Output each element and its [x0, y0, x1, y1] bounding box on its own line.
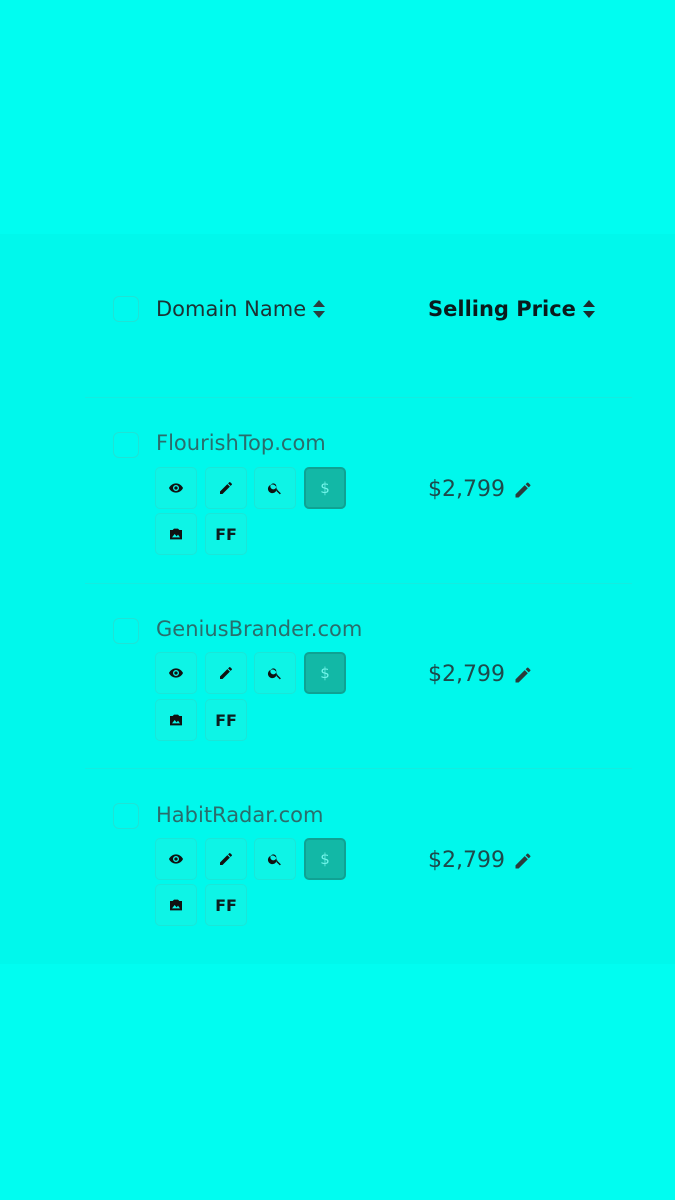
- eye-icon: [169, 854, 183, 864]
- dollar-button[interactable]: $: [304, 652, 346, 694]
- image-icon: [170, 899, 182, 911]
- price-value: $2,799: [428, 477, 505, 502]
- dollar-button[interactable]: $: [304, 467, 346, 509]
- ff-button[interactable]: FF: [205, 513, 247, 555]
- edit-button[interactable]: [205, 467, 247, 509]
- row-checkbox[interactable]: [113, 432, 139, 458]
- header-divider: [85, 397, 632, 398]
- column-header-domain-label: Domain Name: [156, 297, 307, 321]
- sort-icon[interactable]: [582, 299, 596, 319]
- image-button[interactable]: [155, 884, 197, 926]
- column-header-price-label: Selling Price: [428, 297, 576, 321]
- domain-name[interactable]: HabitRadar.com: [156, 801, 324, 829]
- search-icon: [267, 483, 281, 495]
- edit-button[interactable]: [205, 838, 247, 880]
- search-button[interactable]: [254, 467, 296, 509]
- view-button[interactable]: [155, 652, 197, 694]
- pencil-icon: [220, 852, 232, 865]
- selling-price: $2,799: [428, 847, 533, 875]
- search-button[interactable]: [254, 652, 296, 694]
- row-divider: [85, 768, 632, 769]
- dollar-icon: $: [320, 479, 330, 497]
- pencil-icon[interactable]: [513, 480, 533, 500]
- search-icon: [267, 668, 281, 680]
- eye-icon: [169, 483, 183, 493]
- ff-label: FF: [215, 895, 237, 915]
- price-value: $2,799: [428, 662, 505, 687]
- select-all-checkbox[interactable]: [113, 296, 139, 322]
- row-divider: [85, 583, 632, 584]
- search-icon: [267, 854, 281, 866]
- ff-button[interactable]: FF: [205, 884, 247, 926]
- dollar-button[interactable]: $: [304, 838, 346, 880]
- ff-label: FF: [215, 524, 237, 544]
- image-icon: [170, 714, 182, 726]
- view-button[interactable]: [155, 467, 197, 509]
- image-icon: [170, 528, 182, 540]
- eye-icon: [169, 668, 183, 678]
- dollar-icon: $: [320, 850, 330, 868]
- row-checkbox[interactable]: [113, 803, 139, 829]
- ff-label: FF: [215, 710, 237, 730]
- search-button[interactable]: [254, 838, 296, 880]
- domain-name[interactable]: FlourishTop.com: [156, 429, 326, 457]
- column-header-selling-price[interactable]: Selling Price: [428, 295, 596, 323]
- selling-price: $2,799: [428, 476, 533, 504]
- domain-name[interactable]: GeniusBrander.com: [156, 615, 362, 643]
- pencil-icon: [220, 666, 232, 679]
- pencil-icon[interactable]: [513, 851, 533, 871]
- row-checkbox[interactable]: [113, 618, 139, 644]
- view-button[interactable]: [155, 838, 197, 880]
- sort-icon[interactable]: [312, 299, 326, 319]
- column-header-domain-name[interactable]: Domain Name: [156, 295, 326, 323]
- selling-price: $2,799: [428, 661, 533, 689]
- dollar-icon: $: [320, 664, 330, 682]
- edit-button[interactable]: [205, 652, 247, 694]
- pencil-icon: [220, 481, 232, 494]
- pencil-icon[interactable]: [513, 665, 533, 685]
- image-button[interactable]: [155, 699, 197, 741]
- ff-button[interactable]: FF: [205, 699, 247, 741]
- price-value: $2,799: [428, 848, 505, 873]
- image-button[interactable]: [155, 513, 197, 555]
